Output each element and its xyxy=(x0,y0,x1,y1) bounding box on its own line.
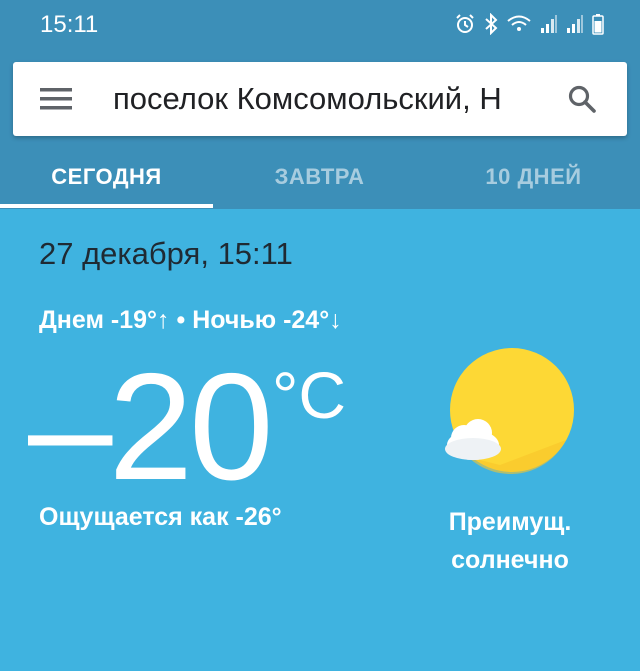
status-time: 15:11 xyxy=(40,11,99,38)
tab-today[interactable]: СЕГОДНЯ xyxy=(0,145,213,209)
battery-icon xyxy=(592,14,604,35)
tab-10-days[interactable]: 10 ДНЕЙ xyxy=(427,145,640,209)
status-bar: 15:11 xyxy=(0,0,640,50)
menu-icon[interactable] xyxy=(40,86,72,112)
day-night-temperatures: Днем -19°↑ • Ночью -24°↓ xyxy=(39,306,342,334)
weather-date: 27 декабря, 15:11 xyxy=(39,236,293,271)
search-input[interactable]: поселок Комсомольский, Н xyxy=(113,80,553,118)
wifi-icon xyxy=(507,15,531,31)
tab-bar: СЕГОДНЯ ЗАВТРА 10 ДНЕЙ xyxy=(0,145,640,209)
bluetooth-icon xyxy=(485,13,498,35)
temperature-unit: °C xyxy=(272,358,347,432)
condition-line-2: солнечно xyxy=(451,546,569,574)
active-tab-indicator xyxy=(0,204,213,208)
weather-condition: Преимущ. солнечно xyxy=(420,503,600,579)
search-bar[interactable]: поселок Комсомольский, Н xyxy=(13,62,627,136)
signal-icon xyxy=(541,15,557,33)
partly-sunny-icon xyxy=(445,348,574,475)
signal-icon xyxy=(567,15,583,33)
tab-tomorrow[interactable]: ЗАВТРА xyxy=(213,145,426,209)
current-temperature: –20 xyxy=(28,342,274,512)
condition-line-1: Преимущ. xyxy=(448,508,572,536)
alarm-icon xyxy=(456,14,474,33)
search-icon[interactable] xyxy=(567,84,597,114)
status-icons xyxy=(454,10,604,38)
feels-like: Ощущается как -26° xyxy=(39,503,282,531)
